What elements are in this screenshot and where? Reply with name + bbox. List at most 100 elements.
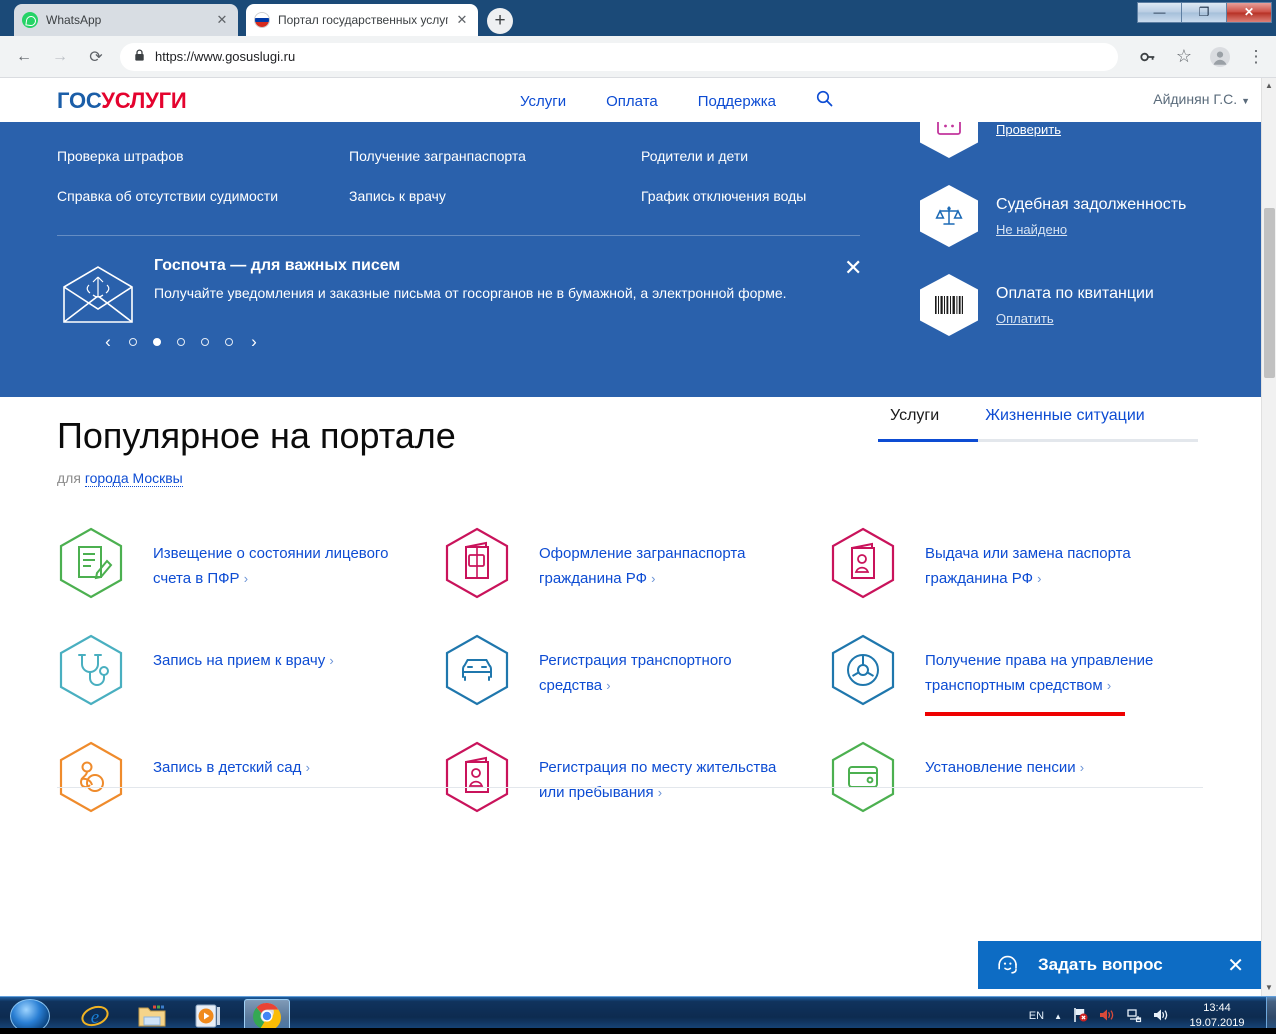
service-tile[interactable]: Запись на прием к врачу › <box>57 634 443 706</box>
passport-icon <box>443 527 511 599</box>
whatsapp-icon <box>22 12 38 28</box>
barcode-icon <box>920 274 978 336</box>
nav-item-payment[interactable]: Оплата <box>606 93 658 110</box>
scroll-up-arrow[interactable]: ▲ <box>1262 78 1276 94</box>
lock-icon <box>134 48 145 65</box>
service-tile[interactable]: Регистрация по месту жительства или преб… <box>443 741 829 813</box>
new-tab-button[interactable]: + <box>487 8 513 34</box>
carousel-dot-5[interactable] <box>225 338 233 346</box>
quicklink-parents[interactable]: Родители и дети <box>641 148 891 164</box>
service-tile-label: Запись на прием к врачу › <box>153 634 334 673</box>
carousel-dot-2[interactable] <box>153 338 161 346</box>
close-window-button[interactable]: ✕ <box>1227 2 1272 23</box>
service-tile-driver-license[interactable]: Получение права на управление транспортн… <box>829 634 1215 716</box>
service-label-text: Выдача или замена паспорта гражданина РФ <box>925 545 1131 587</box>
car-icon <box>443 634 511 706</box>
close-icon[interactable]: ✕ <box>1227 953 1244 978</box>
browser-toolbar: ← → ⟳ https://www.gosuslugi.ru ☆ ⋮ <box>0 36 1276 78</box>
quicklink-passport[interactable]: Получение загранпаспорта <box>349 148 641 164</box>
close-icon[interactable]: ✕ <box>844 257 862 279</box>
site-nav: Услуги Оплата Поддержка <box>520 90 833 112</box>
minimize-button[interactable]: — <box>1137 2 1182 23</box>
service-label-text: Запись в детский сад <box>153 759 302 776</box>
carousel-dot-3[interactable] <box>177 338 185 346</box>
nav-item-services[interactable]: Услуги <box>520 93 566 110</box>
address-bar[interactable]: https://www.gosuslugi.ru <box>120 42 1118 71</box>
close-icon[interactable]: ✕ <box>454 12 470 28</box>
tray-language[interactable]: EN <box>1029 1010 1044 1022</box>
service-tile[interactable]: Оформление загранпаспорта гражданина РФ … <box>443 527 829 599</box>
network-icon[interactable] <box>1125 1007 1142 1026</box>
page-scrollbar[interactable]: ▲ ▼ <box>1261 78 1276 996</box>
logo-part-gos: ГОС <box>57 88 102 113</box>
service-tile[interactable]: Регистрация транспортного средства › <box>443 634 829 706</box>
quicklink-criminal-record[interactable]: Справка об отсутствии судимости <box>57 188 349 204</box>
stethoscope-icon <box>57 634 125 706</box>
quicklink-water[interactable]: График отключения воды <box>641 188 891 204</box>
forward-icon[interactable]: → <box>46 43 74 71</box>
status-card-link[interactable]: Проверить <box>996 122 1061 137</box>
bookmark-star-icon[interactable]: ☆ <box>1170 43 1198 71</box>
site-header: ГОСУСЛУГИ Услуги Оплата Поддержка Айдиня… <box>0 78 1276 122</box>
user-menu[interactable]: Айдинян Г.С. ▼ <box>1153 91 1250 107</box>
quicklink-fines[interactable]: Проверка штрафов <box>57 148 349 164</box>
gosuslugi-logo[interactable]: ГОСУСЛУГИ <box>57 88 187 114</box>
tab-services[interactable]: Услуги <box>890 407 939 439</box>
status-card-fines[interactable]: Проверить <box>920 122 1186 158</box>
quicklink-doctor[interactable]: Запись к врачу <box>349 188 641 204</box>
toolbar-right: ☆ ⋮ <box>1126 43 1270 71</box>
browser-tab-whatsapp[interactable]: WhatsApp ✕ <box>14 4 238 36</box>
back-icon[interactable]: ← <box>10 43 38 71</box>
envelope-coat-of-arms-icon <box>60 265 136 325</box>
status-card-link[interactable]: Не найдено <box>996 222 1067 237</box>
status-card-receipt-payment[interactable]: Оплата по квитанции Оплатить <box>920 274 1186 336</box>
status-card-body: Оплата по квитанции Оплатить <box>996 274 1154 328</box>
service-tile-label: Получение права на управление транспортн… <box>925 634 1175 698</box>
status-card-court-debt[interactable]: Судебная задолженность Не найдено <box>920 185 1186 247</box>
region-city-link[interactable]: города Москвы <box>84 470 183 487</box>
nav-item-support[interactable]: Поддержка <box>698 93 776 110</box>
chevron-right-icon: › <box>606 678 611 693</box>
service-label-text: Регистрация транспортного средства <box>539 652 732 694</box>
scrollbar-thumb[interactable] <box>1264 208 1275 378</box>
key-icon[interactable] <box>1134 43 1162 71</box>
hero-banner: Проверка штрафов Получение загранпаспорт… <box>0 122 1276 397</box>
status-card-title: Судебная задолженность <box>996 196 1187 213</box>
ask-question-widget[interactable]: Задать вопрос ✕ <box>978 941 1262 989</box>
close-icon[interactable]: ✕ <box>214 12 230 28</box>
tab-title: WhatsApp <box>46 13 102 27</box>
chevron-right-icon: › <box>651 571 656 586</box>
service-tile-label: Установление пенсии › <box>925 741 1084 780</box>
carousel-dot-4[interactable] <box>201 338 209 346</box>
search-icon[interactable] <box>816 90 833 112</box>
status-card-link[interactable]: Оплатить <box>996 311 1054 326</box>
volume-icon[interactable] <box>1152 1007 1169 1026</box>
scroll-down-arrow[interactable]: ▼ <box>1262 980 1276 996</box>
flag-alert-icon[interactable] <box>1072 1007 1088 1026</box>
clock[interactable]: 13:44 19.07.2019 <box>1174 1001 1260 1031</box>
carousel-dot-1[interactable] <box>129 338 137 346</box>
region-selector: для города Москвы <box>57 470 183 487</box>
profile-avatar[interactable] <box>1206 43 1234 71</box>
id-passport-icon <box>829 527 897 599</box>
carousel-prev-icon[interactable]: ‹ <box>95 332 121 352</box>
service-tile[interactable]: Установление пенсии › <box>829 741 1215 813</box>
reload-icon[interactable]: ⟳ <box>82 43 110 71</box>
service-tile[interactable]: Запись в детский сад › <box>57 741 443 813</box>
tab-title: Портал государственных услуг Р <box>278 13 448 27</box>
service-tile[interactable]: Выдача или замена паспорта гражданина РФ… <box>829 527 1215 599</box>
carousel-next-icon[interactable]: › <box>241 332 267 352</box>
svg-text:e: e <box>91 1007 99 1028</box>
chevron-down-icon: ▼ <box>1241 96 1250 106</box>
chevron-right-icon: › <box>329 653 334 668</box>
tray-expand-icon[interactable]: ▲ <box>1054 1012 1062 1021</box>
chevron-right-icon: › <box>1079 760 1085 775</box>
browser-tab-gosuslugi[interactable]: Портал государственных услуг Р ✕ <box>246 4 478 36</box>
service-tile[interactable]: Извещение о состоянии лицевого счета в П… <box>57 527 443 599</box>
chrome-menu-icon[interactable]: ⋮ <box>1242 43 1270 71</box>
divider <box>57 787 1203 788</box>
tab-life-situations[interactable]: Жизненные ситуации <box>985 407 1145 439</box>
window-controls: — ❐ ✕ <box>1137 2 1272 23</box>
volume-muted-icon[interactable] <box>1098 1007 1115 1026</box>
maximize-button[interactable]: ❐ <box>1182 2 1227 23</box>
